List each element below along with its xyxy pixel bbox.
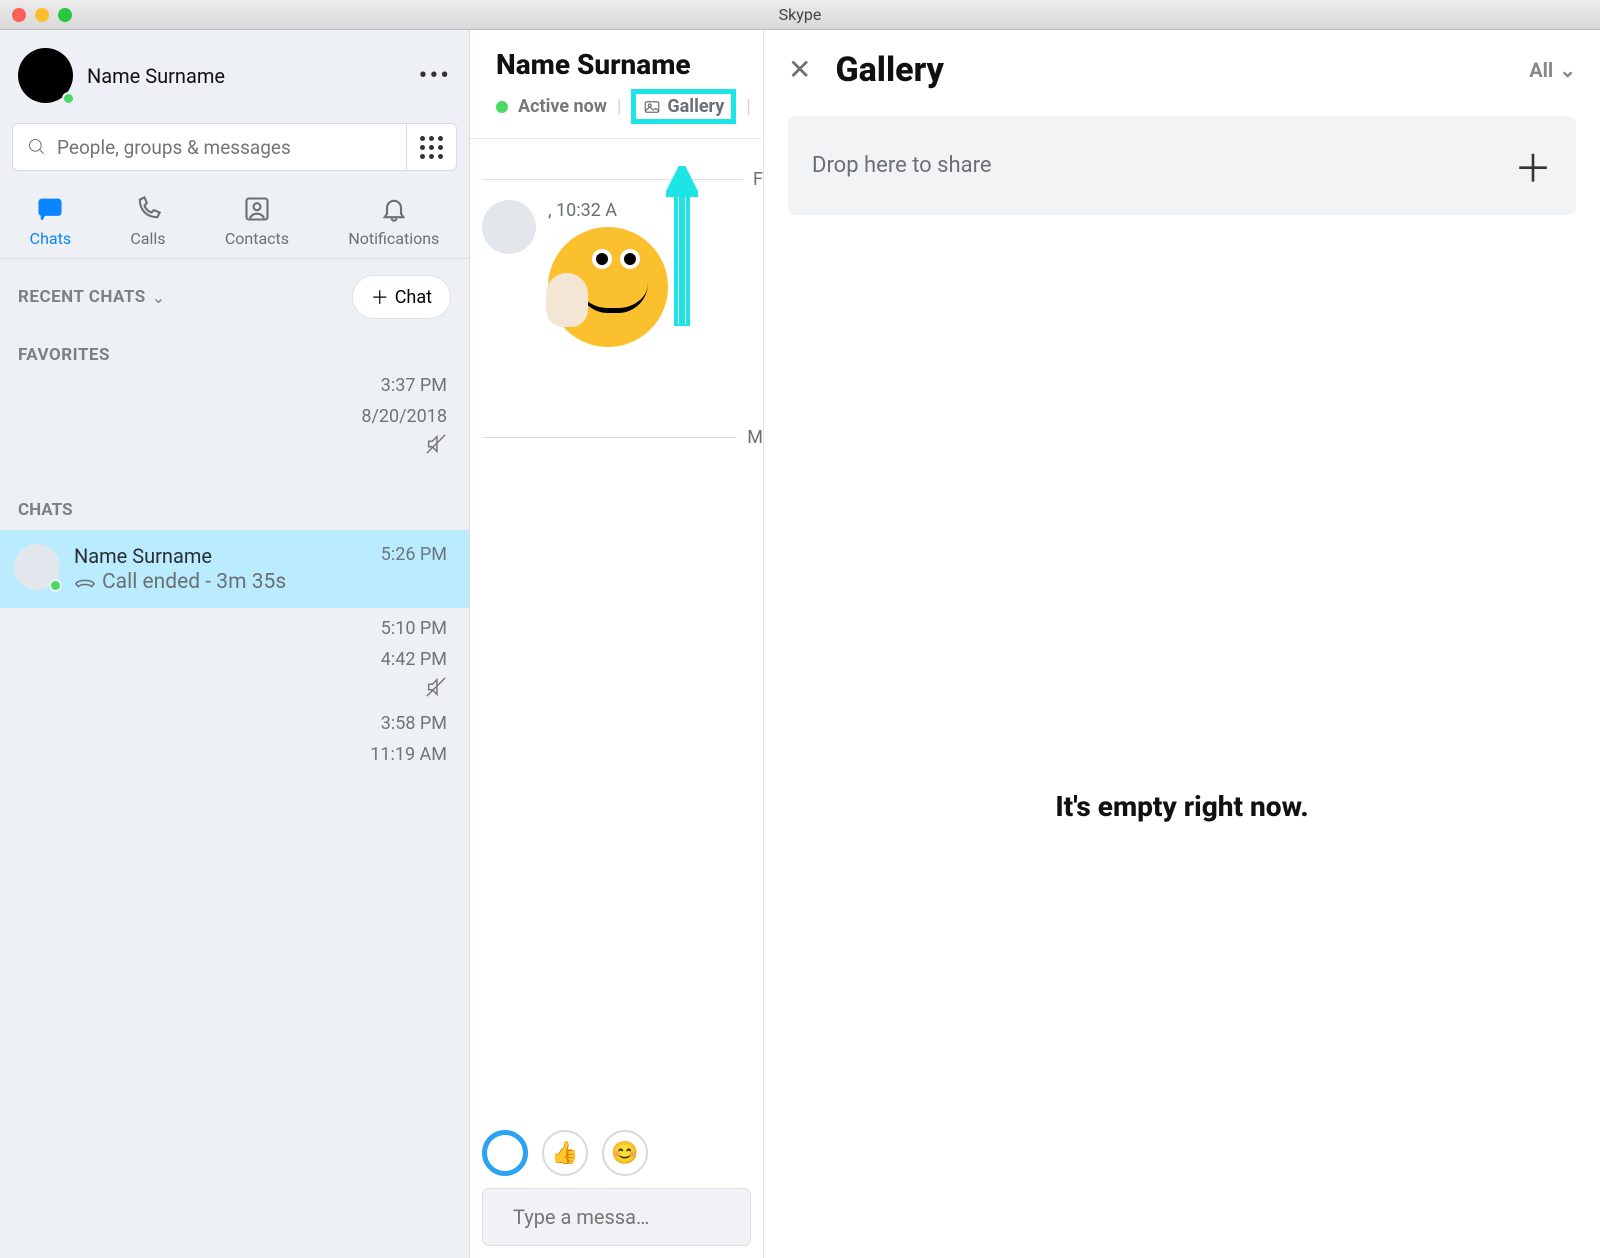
notifications-icon	[380, 195, 408, 223]
nav-chats-label: Chats	[30, 229, 71, 248]
call-ended-icon	[74, 575, 96, 589]
calls-icon	[134, 195, 162, 223]
gallery-panel: ✕ Gallery All ⌄ Drop here to share ＋ It'…	[764, 30, 1600, 1258]
drop-zone[interactable]: Drop here to share ＋	[788, 116, 1576, 215]
nav-contacts[interactable]: Contacts	[225, 195, 289, 248]
plus-icon[interactable]: ＋	[1514, 138, 1552, 193]
gallery-title: Gallery	[835, 50, 943, 90]
smiley-button[interactable]: 😊	[602, 1130, 648, 1176]
window-controls	[12, 8, 72, 22]
maximize-window[interactable]	[58, 8, 72, 22]
mute-icon	[425, 433, 447, 455]
avatar[interactable]	[482, 200, 536, 254]
recent-chats-label[interactable]: RECENT CHATS	[18, 287, 146, 307]
new-chat-label: Chat	[395, 287, 432, 308]
dialpad-icon	[420, 136, 443, 159]
chat-item-time: 5:26 PM	[381, 544, 447, 594]
date-separator: M	[482, 427, 763, 448]
search-icon	[27, 137, 47, 157]
chats-icon	[36, 195, 64, 223]
search-input[interactable]	[57, 136, 392, 159]
nav-notifications[interactable]: Notifications	[348, 195, 439, 248]
messages[interactable]: F , 10:32 A M	[470, 139, 763, 1118]
gallery-filter-label: All	[1529, 58, 1553, 82]
message-input[interactable]	[513, 1205, 764, 1229]
window-title: Skype	[779, 5, 822, 24]
composer: 👍 😊	[470, 1118, 763, 1258]
chevron-down-icon[interactable]: ⌄	[152, 288, 165, 307]
wave-emoji[interactable]	[548, 227, 668, 347]
close-window[interactable]	[12, 8, 26, 22]
chevron-down-icon: ⌄	[1559, 58, 1576, 82]
profile-name[interactable]: Name Surname	[87, 64, 225, 88]
message-row: , 10:32 A	[482, 200, 763, 347]
nav-calls[interactable]: Calls	[130, 195, 165, 248]
cortana-button[interactable]	[482, 1130, 528, 1176]
titlebar: Skype	[0, 0, 1600, 30]
presence-dot	[496, 101, 508, 113]
minimize-window[interactable]	[35, 8, 49, 22]
timestamp-entry: 3:37 PM	[0, 365, 469, 396]
new-chat-button[interactable]: ＋ Chat	[352, 275, 451, 319]
gallery-empty-state: It's empty right now.	[788, 215, 1576, 1238]
gallery-link[interactable]: Gallery	[631, 89, 736, 124]
contacts-icon	[243, 195, 271, 223]
nav: Chats Calls Contacts Notifications	[0, 181, 469, 259]
message-time: , 10:32 A	[548, 200, 668, 221]
plus-icon: ＋	[371, 284, 389, 310]
chats-label[interactable]: CHATS	[0, 460, 469, 530]
gallery-link-label: Gallery	[667, 96, 724, 117]
presence-dot	[49, 579, 62, 592]
timestamp-entry: 3:58 PM	[0, 703, 469, 734]
nav-notifications-label: Notifications	[348, 229, 439, 248]
chat-list-item-active[interactable]: Name Surname Call ended - 3m 35s 5:26 PM	[0, 530, 469, 608]
close-icon[interactable]: ✕	[788, 56, 811, 84]
avatar[interactable]	[18, 48, 73, 103]
mute-icon	[425, 676, 447, 698]
date-separator: F	[482, 169, 763, 190]
avatar	[14, 544, 60, 590]
chat-pane: Name Surname Active now | Gallery | F , …	[470, 30, 764, 1258]
chat-item-subtitle: Call ended - 3m 35s	[102, 570, 286, 594]
nav-calls-label: Calls	[130, 229, 165, 248]
thumbs-up-button[interactable]: 👍	[542, 1130, 588, 1176]
gallery-filter[interactable]: All ⌄	[1529, 58, 1576, 82]
timestamp-entry: 4:42 PM	[0, 639, 469, 703]
message-input-bar[interactable]	[482, 1188, 751, 1246]
drop-zone-label: Drop here to share	[812, 153, 992, 178]
nav-chats[interactable]: Chats	[30, 195, 71, 248]
more-icon[interactable]: •••	[419, 61, 451, 91]
picture-icon	[643, 98, 661, 116]
chat-title[interactable]: Name Surname	[496, 48, 763, 81]
dialpad-button[interactable]	[407, 123, 457, 171]
timestamp-entry: 5:10 PM	[0, 608, 469, 639]
favorites-label[interactable]: FAVORITES	[18, 345, 451, 365]
chat-item-name: Name Surname	[74, 544, 381, 568]
nav-contacts-label: Contacts	[225, 229, 289, 248]
search-box[interactable]	[12, 123, 407, 171]
profile-row: Name Surname •••	[0, 30, 469, 113]
annotation-arrow	[666, 166, 698, 330]
sidebar: Name Surname ••• Chats Calls Cont	[0, 30, 470, 1258]
timestamp-entry: 8/20/2018	[0, 396, 469, 460]
active-status: Active now	[518, 96, 607, 117]
chat-header: Name Surname Active now | Gallery |	[470, 30, 763, 139]
timestamp-entry: 11:19 AM	[0, 734, 469, 765]
presence-dot	[62, 92, 75, 105]
